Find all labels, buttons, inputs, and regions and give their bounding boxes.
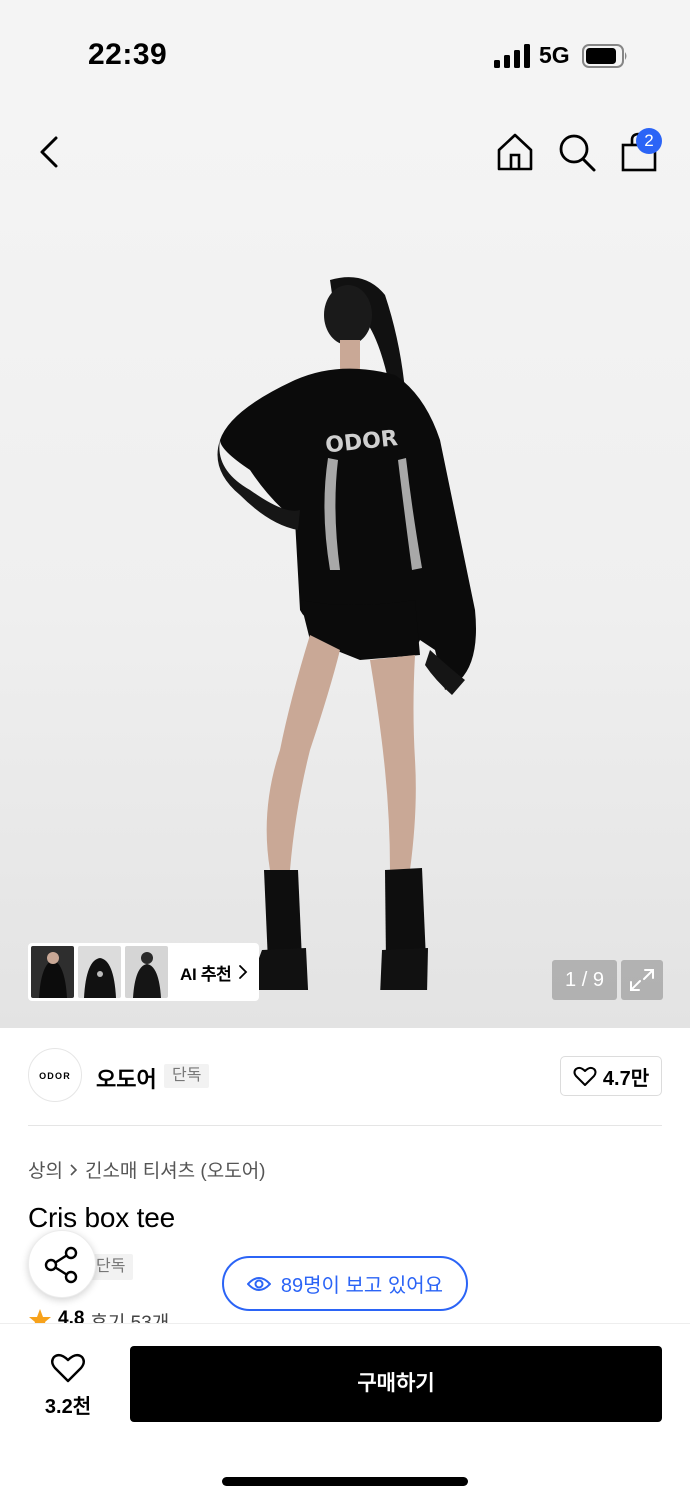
ai-recommend-card[interactable]: AI 추천	[28, 943, 259, 1001]
status-time: 22:39	[88, 38, 168, 71]
network-label: 5G	[539, 42, 570, 68]
back-icon[interactable]	[30, 130, 70, 174]
home-icon[interactable]	[494, 130, 536, 174]
heart-icon	[573, 1066, 597, 1086]
breadcrumb: 상의 긴소매 티셔츠 (오도어)	[28, 1156, 266, 1183]
product-photo[interactable]: ODOR	[190, 270, 500, 990]
share-button[interactable]	[28, 1230, 96, 1298]
expand-icon[interactable]	[621, 960, 663, 1000]
breadcrumb-subcategory[interactable]: 긴소매 티셔츠 (오도어)	[85, 1156, 266, 1183]
brand-logo[interactable]: ODOR	[28, 1048, 82, 1102]
ai-thumbnail-3[interactable]	[125, 946, 168, 998]
viewers-indicator: 89명이 보고 있어요	[222, 1256, 468, 1311]
breadcrumb-category[interactable]: 상의	[28, 1156, 63, 1183]
product-title: Cris box tee	[28, 1202, 175, 1233]
brand-exclusive-tag: 단독	[164, 1064, 210, 1088]
bottom-action-bar: 3.2천 구매하기	[0, 1323, 690, 1500]
brand-like-count: 4.7만	[602, 1067, 650, 1090]
share-icon	[44, 1246, 78, 1284]
divider	[28, 1125, 662, 1126]
signal-icon	[494, 44, 530, 68]
heart-icon	[51, 1353, 85, 1383]
cart-count-badge: 2	[636, 128, 662, 154]
search-icon[interactable]	[556, 130, 598, 174]
ai-thumbnail-1[interactable]	[31, 946, 74, 998]
brand-row: ODOR 오도어 단독 4.7만	[28, 1048, 662, 1106]
viewers-text: 89명이 보고 있어요	[280, 1275, 444, 1297]
home-indicator[interactable]	[222, 1477, 468, 1486]
chevron-right-icon	[238, 965, 247, 979]
status-bar: 22:39 5G	[0, 0, 690, 100]
battery-icon	[582, 44, 627, 68]
image-page-indicator: 1 / 9	[552, 960, 617, 1000]
wishlist-button[interactable]: 3.2천	[28, 1348, 108, 1420]
ai-thumbnail-2[interactable]	[78, 946, 121, 998]
eye-icon	[246, 1276, 271, 1291]
wishlist-count: 3.2천	[44, 1396, 92, 1418]
brand-like-button[interactable]: 4.7만	[560, 1056, 662, 1096]
brand-name[interactable]: 오도어	[96, 1062, 157, 1094]
product-image-gallery[interactable]: 2 ODOR AI 추천 1 / 9	[0, 100, 690, 1028]
chevron-right-icon	[70, 1163, 78, 1176]
ai-recommend-label: AI 추천	[180, 964, 232, 984]
buy-button[interactable]: 구매하기	[130, 1346, 662, 1422]
